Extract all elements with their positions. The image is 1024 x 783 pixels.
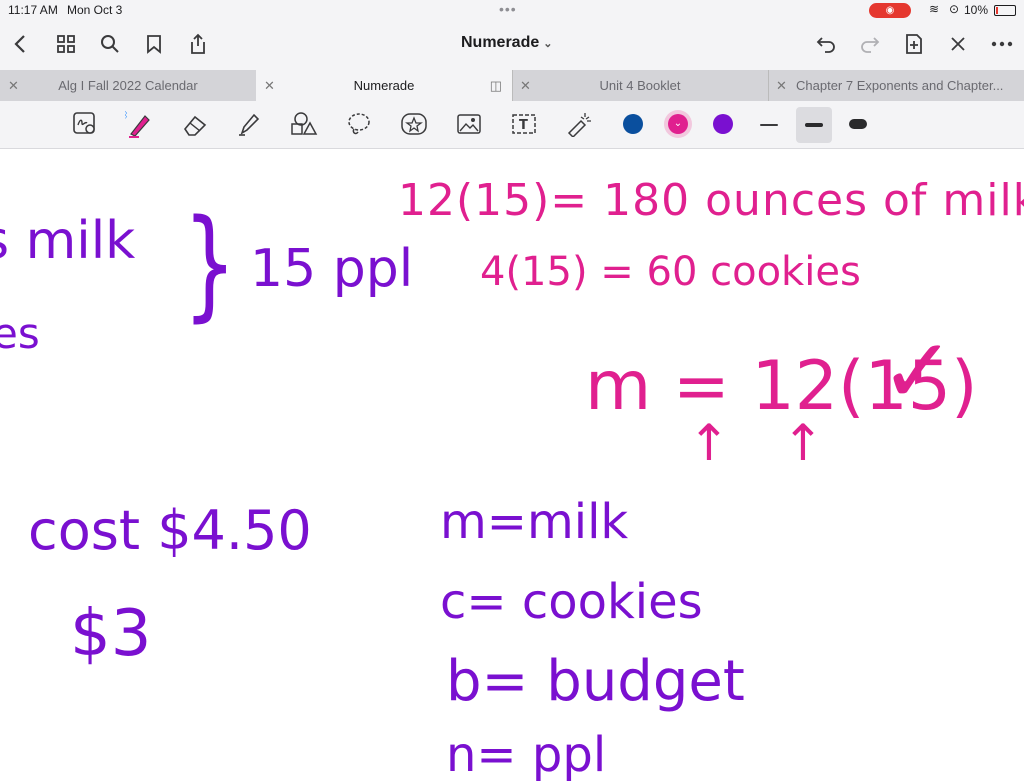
tab-label: Chapter 7 Exponents and Chapter...	[796, 78, 1004, 93]
note-var-m: m=milk	[440, 494, 629, 550]
lasso-icon[interactable]	[344, 109, 374, 139]
tab-alg-calendar[interactable]: ✕ Alg I Fall 2022 Calendar	[0, 70, 257, 101]
eraser-icon[interactable]	[180, 109, 210, 139]
multitask-dots-icon[interactable]: •••	[499, 1, 517, 17]
more-icon[interactable]	[988, 30, 1016, 58]
note-var-c: c= cookies	[440, 574, 703, 630]
tab-bar: ✕ Alg I Fall 2022 Calendar ✕ Numerade ◫ …	[0, 70, 1024, 101]
color-swatch-blue[interactable]	[623, 114, 643, 134]
share-icon[interactable]	[184, 30, 212, 58]
color-swatch-pink-selected[interactable]: ⌄	[664, 110, 692, 138]
arrow-up-icon: ↑	[782, 414, 824, 472]
status-date: Mon Oct 3	[67, 3, 123, 17]
tab-unit-4-booklet[interactable]: ✕ Unit 4 Booklet	[512, 70, 769, 101]
note-bracket: }	[183, 195, 237, 334]
split-view-icon[interactable]: ◫	[490, 70, 502, 101]
stroke-medium-bar	[805, 123, 823, 127]
tab-label: Numerade	[353, 78, 415, 93]
stroke-thick[interactable]	[849, 119, 867, 129]
annotation-toolbar: ᛒ T	[0, 101, 1024, 149]
stroke-thin[interactable]	[760, 124, 778, 126]
laser-pointer-icon[interactable]	[564, 109, 594, 139]
redo-icon[interactable]	[856, 30, 884, 58]
color-swatch-purple[interactable]	[713, 114, 733, 134]
status-time: 11:17 AM	[8, 3, 58, 17]
check-icon: ✓	[880, 319, 956, 424]
stroke-medium-selected[interactable]	[796, 107, 832, 143]
tab-label: Unit 4 Booklet	[599, 78, 681, 93]
note-var-b: b= budget	[446, 649, 745, 714]
battery-percent: 10%	[964, 3, 989, 17]
note-var-n: n= ppl	[446, 727, 607, 783]
tab-chapter-7[interactable]: ✕ Chapter 7 Exponents and Chapter...	[768, 70, 1024, 101]
record-icon[interactable]: ◉	[869, 3, 911, 18]
highlighter-icon[interactable]	[234, 109, 264, 139]
svg-text:T: T	[519, 118, 528, 133]
chevron-down-icon: ⌄	[543, 38, 553, 50]
status-bar: 11:17 AM Mon Oct 3 ••• ◉ ≋ ⊙ 10%	[0, 0, 1024, 20]
wifi-icon: ≋	[929, 2, 940, 16]
note-milk: s milk	[0, 211, 136, 271]
document-title-dropdown[interactable]: Numerade ⌄	[461, 34, 552, 52]
battery-icon	[994, 5, 1016, 16]
zoom-handwriting-icon[interactable]	[70, 109, 100, 139]
rotation-lock-icon: ⊙	[949, 2, 960, 16]
pen-icon[interactable]: ᛒ	[124, 109, 154, 139]
undo-icon[interactable]	[812, 30, 840, 58]
tab-numerade[interactable]: ✕ Numerade ◫	[256, 70, 513, 101]
top-bar: 11:17 AM Mon Oct 3 ••• ◉ ≋ ⊙ 10% Numerad…	[0, 0, 1024, 70]
search-icon[interactable]	[96, 30, 124, 58]
back-icon[interactable]	[6, 30, 34, 58]
text-box-icon[interactable]: T	[509, 109, 539, 139]
document-title: Numerade	[461, 34, 540, 51]
note-cost: cost $4.50	[28, 499, 312, 562]
bookmark-icon[interactable]	[140, 30, 168, 58]
arrow-up-icon: ↑	[688, 414, 730, 472]
note-three-dollars: $3	[70, 597, 152, 671]
chevron-down-icon: ⌄	[668, 114, 688, 134]
note-cookies-partial: es	[0, 309, 40, 358]
note-milk-total: 12(15)= 180 ounces of milk	[398, 175, 1024, 226]
add-page-icon[interactable]	[900, 30, 928, 58]
close-pencil-icon[interactable]	[944, 30, 972, 58]
image-icon[interactable]	[454, 109, 484, 139]
note-cookies-total: 4(15) = 60 cookies	[480, 249, 861, 295]
note-15-ppl: 15 ppl	[250, 239, 414, 299]
shapes-icon[interactable]	[289, 109, 319, 139]
sticker-icon[interactable]	[399, 109, 429, 139]
close-icon[interactable]: ✕	[776, 70, 787, 101]
svg-text:ᛒ: ᛒ	[125, 110, 128, 121]
grid-icon[interactable]	[52, 30, 80, 58]
notes-canvas[interactable]: s milk es } 15 ppl 12(15)= 180 ounces of…	[0, 149, 1024, 783]
tab-label: Alg I Fall 2022 Calendar	[58, 78, 198, 93]
